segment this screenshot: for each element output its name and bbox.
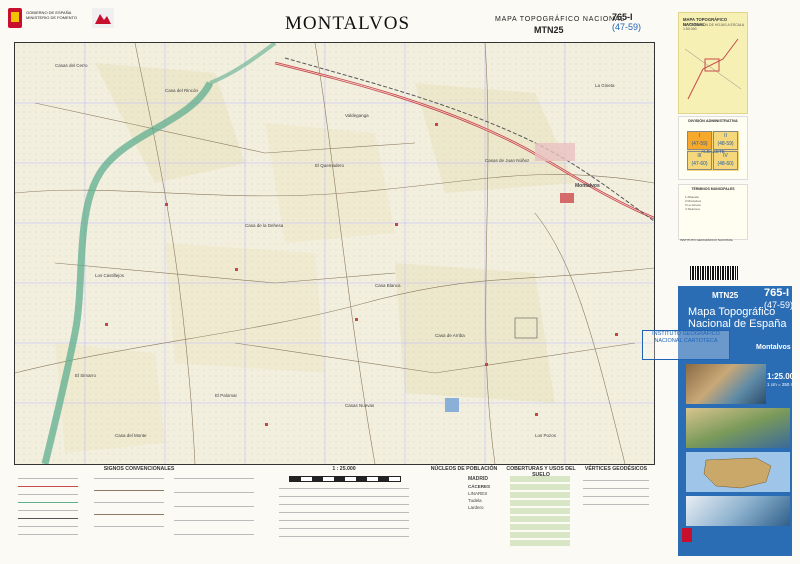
topographic-map[interactable]: Casas del Cerro Casa del Rincón Valdegan… bbox=[14, 42, 655, 465]
barcode bbox=[690, 266, 738, 280]
cover-iberia-map bbox=[686, 452, 790, 492]
admin-division: DIVISIÓN ADMINISTRATIVA I (47-59) II (48-5… bbox=[678, 116, 748, 180]
place-label: El Quemadero bbox=[315, 163, 345, 168]
municipalities-list: 1 Albacete 2 Montalvos 3 La Gineta 4 Tar… bbox=[685, 195, 702, 211]
quadrant-i: I (47-59) bbox=[687, 131, 712, 150]
cartoteca-stamp: INSTITUTO GEOGRÁFICO NACIONAL CARTOTECA bbox=[642, 330, 730, 360]
cover-photo-coast bbox=[686, 408, 790, 448]
admin-title: DIVISIÓN ADMINISTRATIVA bbox=[688, 119, 738, 123]
index-map-graphic bbox=[684, 38, 742, 100]
map-canvas bbox=[15, 43, 654, 464]
town-label: Montalvos bbox=[575, 183, 600, 189]
place-label: Los Pozos bbox=[535, 433, 557, 438]
scale-title: 1 : 25.000 bbox=[332, 466, 356, 472]
place-label: Valdeganga bbox=[345, 113, 369, 118]
place-label: Casas Nuevas bbox=[345, 403, 375, 408]
institute-text: INSTITUTO GEOGRÁFICO NACIONAL bbox=[680, 238, 734, 242]
coat-of-arms-icon bbox=[8, 8, 22, 28]
nucleo-label: CÁCERES bbox=[468, 484, 491, 489]
landcover-swatches bbox=[510, 476, 570, 546]
municipalities: TÉRMINOS MUNICIPALES 1 Albacete 2 Montal… bbox=[678, 184, 748, 240]
sheet-number: 765-I bbox=[612, 12, 633, 22]
government-text: GOBIERNO DE ESPAÑA MINISTERIO DE FOMENTO bbox=[26, 10, 78, 20]
nucleos-title: NÚCLEOS DE POBLACIÓN bbox=[430, 466, 498, 472]
cover-photo-landscape bbox=[686, 364, 766, 404]
legend-strip: SIGNOS CONVENCIONALES 1 : 25.000 NÚCLEOS… bbox=[14, 466, 653, 556]
place-label: Casas de Juan Núñez bbox=[485, 158, 530, 163]
cover-footer bbox=[678, 524, 792, 554]
place-label: Casas del Cerro bbox=[55, 63, 88, 68]
station-area bbox=[535, 143, 575, 161]
cover-scale: 1:25.000 bbox=[767, 372, 799, 381]
vertices-block: VÉRTICES GEODÉSICOS bbox=[579, 466, 653, 554]
nucleo-label: Tudela bbox=[468, 498, 482, 503]
quadrant-ii: II (48-59) bbox=[713, 131, 738, 150]
scale-block: 1 : 25.000 bbox=[269, 466, 419, 554]
mtn-label: MTN25 bbox=[534, 25, 564, 35]
cover-mtn: MTN25 bbox=[712, 291, 739, 300]
province-label: ALBACETE bbox=[701, 149, 725, 154]
place-label: La Gineta bbox=[595, 83, 615, 88]
place-label: Casa de Arriba bbox=[435, 333, 465, 338]
cobertura-block: COBERTURAS Y USOS DEL SUELO bbox=[506, 466, 576, 554]
government-logo: GOBIERNO DE ESPAÑA MINISTERIO DE FOMENTO bbox=[8, 8, 118, 30]
sheet-index-map: MAPA TOPOGRÁFICO NACIONAL DISTRIBUCIÓN D… bbox=[678, 12, 748, 114]
right-panel: MAPA TOPOGRÁFICO NACIONAL DISTRIBUCIÓN D… bbox=[668, 4, 799, 560]
place-label: Casa del Monte bbox=[115, 433, 147, 438]
nucleo-label: MADRID bbox=[468, 476, 488, 482]
nucleos-block: NÚCLEOS DE POBLACIÓN MADRID CÁCERES LINA… bbox=[424, 466, 504, 554]
iberia-icon bbox=[703, 457, 772, 489]
scale-bar bbox=[289, 476, 401, 482]
cover-scale-equivalence: 1 cm = 250 m bbox=[767, 382, 795, 387]
place-label: Casa de la Dehesa bbox=[245, 223, 284, 228]
place-label: El Simarro bbox=[75, 373, 97, 378]
sheet-subnumber: (47-59) bbox=[612, 22, 642, 32]
signos-block: SIGNOS CONVENCIONALES bbox=[14, 466, 264, 554]
ign-logo-icon bbox=[92, 8, 114, 28]
cover-sheet-number: 765-I bbox=[764, 287, 790, 299]
map-title: MONTALVOS bbox=[285, 13, 411, 34]
pond bbox=[445, 398, 459, 412]
place-label: Casa Blanca bbox=[375, 283, 401, 288]
municipalities-title: TÉRMINOS MUNICIPALES bbox=[691, 187, 735, 191]
footer-shield-icon bbox=[682, 528, 692, 542]
nucleo-label: LINARES bbox=[468, 491, 488, 496]
signos-title: SIGNOS CONVENCIONALES bbox=[103, 466, 175, 472]
series-name: MAPA TOPOGRÁFICO NACIONAL bbox=[495, 16, 626, 23]
montalvos-town[interactable] bbox=[560, 193, 574, 203]
place-label: El Palomar bbox=[215, 393, 238, 398]
map-sheet: GOBIERNO DE ESPAÑA MINISTERIO DE FOMENTO… bbox=[0, 0, 800, 564]
cover-map-name: Montalvos bbox=[756, 344, 791, 351]
cover-title: Mapa Topográfico Nacional de España bbox=[688, 306, 787, 330]
cover-photo-mountains bbox=[686, 496, 790, 526]
place-label: Casa del Rincón bbox=[165, 88, 199, 93]
nucleo-label: Lardero bbox=[468, 505, 484, 510]
place-label: Los Castillejos bbox=[95, 273, 125, 278]
vertices-title: VÉRTICES GEODÉSICOS bbox=[584, 466, 648, 472]
